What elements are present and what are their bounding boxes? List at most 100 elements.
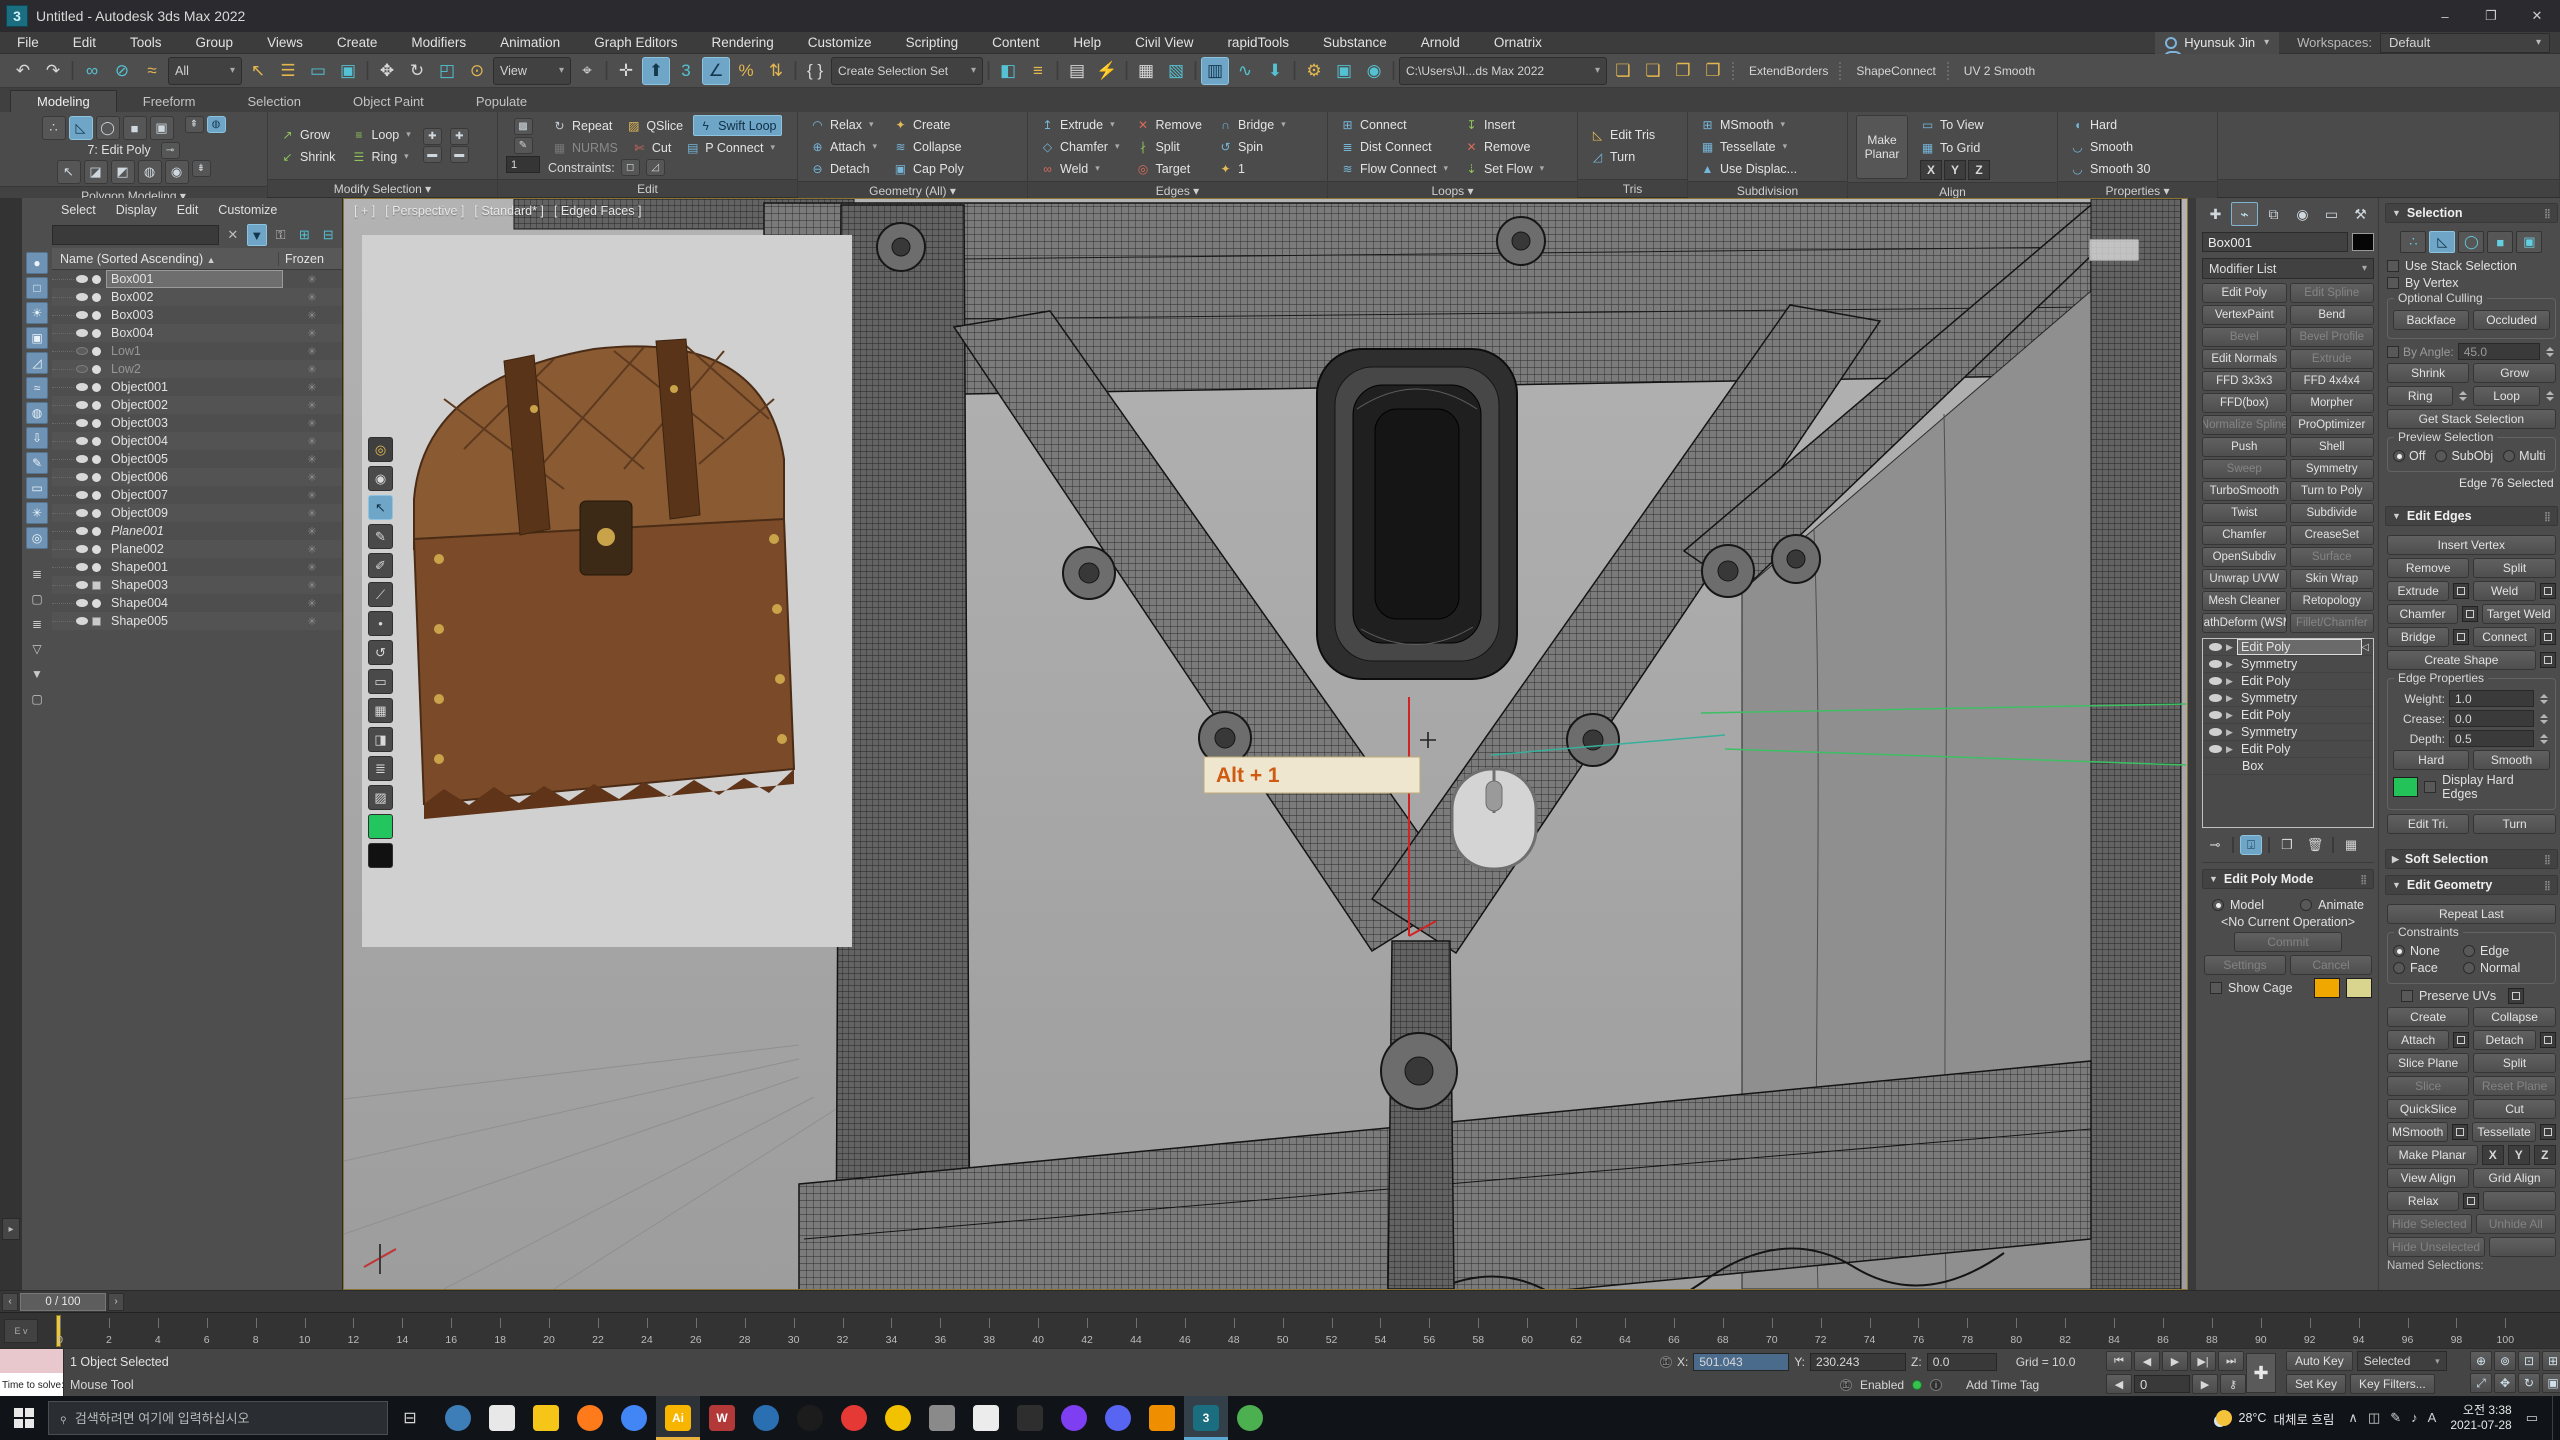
modifier-stack-row[interactable]: ▶ Edit Poly: [2203, 639, 2373, 656]
edit-value-field[interactable]: 1: [506, 156, 540, 173]
play-button[interactable]: ▶: [2162, 1351, 2188, 1371]
ribbon-button[interactable]: ≋Collapse: [889, 136, 968, 157]
open-folder-icon[interactable]: ❏: [1639, 57, 1667, 85]
visibility-eye-icon[interactable]: [76, 401, 88, 409]
show-desktop-strip[interactable]: [2552, 1396, 2560, 1440]
settings-box[interactable]: [2453, 629, 2469, 645]
expand-arrow-icon[interactable]: ▶: [2226, 710, 2238, 721]
key-filters-button[interactable]: Key Filters...: [2350, 1374, 2435, 1394]
cage-color-swatch[interactable]: [2314, 978, 2340, 998]
ribbon-button[interactable]: ◺Edit Tris: [1586, 124, 1659, 145]
menu-item[interactable]: File: [0, 32, 56, 54]
time-tag-lock-icon[interactable]: ⚿: [1840, 1379, 1852, 1391]
reference-coordinate-dropdown[interactable]: View: [493, 57, 571, 85]
edit-geometry-button[interactable]: Relax: [2387, 1191, 2459, 1211]
panel-splitter[interactable]: [2188, 198, 2196, 1290]
zoom-all-icon[interactable]: ⊚: [2494, 1351, 2516, 1371]
edit-edges-button[interactable]: Chamfer: [2387, 604, 2458, 624]
field-of-view-icon[interactable]: ⤢: [2470, 1373, 2492, 1393]
explorer-menu-item[interactable]: Display: [107, 203, 166, 217]
taskbar-search[interactable]: ⌕: [48, 1401, 388, 1435]
modifier-set-button[interactable]: Extrude: [2290, 349, 2375, 369]
spinner-snap-icon[interactable]: ⇅: [762, 57, 790, 85]
ribbon-button[interactable]: ◿Turn: [1586, 146, 1659, 167]
selection-set-dropdown[interactable]: Selected: [2357, 1351, 2447, 1371]
weight-field[interactable]: 1.0: [2449, 690, 2534, 707]
modifier-visibility-icon[interactable]: [2209, 745, 2222, 753]
maximize-viewport-icon[interactable]: ▣: [2542, 1373, 2560, 1393]
display-filter-icon[interactable]: [26, 552, 48, 560]
visibility-eye-icon[interactable]: [76, 329, 88, 337]
y-coordinate-field[interactable]: 230.243: [1810, 1353, 1906, 1371]
visibility-eye-icon[interactable]: [76, 383, 88, 391]
frozen-icon[interactable]: [282, 273, 342, 286]
angle-field[interactable]: 45.0: [2458, 343, 2540, 360]
expand-arrow-icon[interactable]: ▶: [2226, 727, 2238, 738]
edit-geometry-button[interactable]: Create: [2387, 1007, 2469, 1027]
export-icon[interactable]: ❐: [1699, 57, 1727, 85]
toolbar-icon[interactable]: [1732, 60, 1738, 82]
modifier-set-button[interactable]: Symmetry: [2290, 459, 2375, 479]
scene-object-row[interactable]: Object007: [52, 486, 342, 504]
modifier-set-button[interactable]: Edit Spline: [2290, 283, 2375, 303]
edit-edges-button[interactable]: Target Weld: [2482, 604, 2556, 624]
cage-selected-color-swatch[interactable]: [2346, 978, 2372, 998]
taskbar-app-icon[interactable]: [436, 1396, 480, 1440]
menu-item[interactable]: Scripting: [889, 32, 976, 54]
modifier-set-button[interactable]: Bend: [2290, 305, 2375, 325]
frozen-icon[interactable]: [282, 309, 342, 322]
ribbon-button[interactable]: ∤Split: [1131, 136, 1206, 157]
shrink-ring-icon[interactable]: ▬: [450, 146, 469, 163]
modifier-name[interactable]: Edit Poly: [2238, 640, 2361, 654]
modifier-set-button[interactable]: Turn to Poly: [2290, 481, 2375, 501]
create-tab[interactable]: ✚: [2202, 202, 2229, 226]
display-filter-icon[interactable]: ▢: [26, 688, 48, 710]
menu-item[interactable]: Rendering: [695, 32, 791, 54]
display-filter-icon[interactable]: ◿: [26, 352, 48, 374]
modifier-stack-row[interactable]: ▶ Edit Poly: [2203, 673, 2373, 690]
settings-box[interactable]: [2462, 606, 2478, 622]
frozen-icon[interactable]: [282, 525, 342, 538]
next-modifier-icon[interactable]: ⇟: [192, 160, 211, 177]
grid-tool-icon[interactable]: ▦: [368, 698, 393, 723]
save-scene-icon[interactable]: ❏: [1609, 57, 1637, 85]
user-account-menu[interactable]: Hyunsuk Jin ▾: [2155, 32, 2279, 54]
modifier-visibility-icon[interactable]: [2209, 677, 2222, 685]
model-radio[interactable]: [2212, 899, 2224, 911]
maximize-button[interactable]: ❐: [2468, 0, 2514, 32]
make-planar-button[interactable]: Make Planar: [2387, 1145, 2478, 1165]
settings-box[interactable]: [2540, 1032, 2556, 1048]
modifier-set-button[interactable]: Morpher: [2290, 393, 2375, 413]
display-filter-icon[interactable]: ≣: [26, 563, 48, 585]
angle-snap-icon[interactable]: ∠: [702, 57, 730, 85]
modifier-set-button[interactable]: Push: [2202, 437, 2287, 457]
start-button[interactable]: [0, 1396, 48, 1440]
menu-item[interactable]: Graph Editors: [577, 32, 694, 54]
tray-icon[interactable]: ∧: [2348, 1410, 2358, 1426]
toolbar-icon[interactable]: |: [792, 57, 799, 85]
settings-box[interactable]: [2540, 583, 2556, 599]
menu-item[interactable]: Edit: [56, 32, 113, 54]
soft-selection-icon[interactable]: ◉: [165, 160, 189, 184]
edit-geometry-button[interactable]: QuickSlice: [2387, 1099, 2469, 1119]
taskbar-search-input[interactable]: [75, 1411, 377, 1426]
modifier-name[interactable]: Edit Poly: [2238, 708, 2373, 722]
crease-field[interactable]: 0.0: [2449, 710, 2534, 727]
ribbon-button[interactable]: ↙Shrink: [276, 146, 339, 167]
ring-button[interactable]: Ring: [2387, 386, 2453, 406]
object-color-swatch[interactable]: [2352, 233, 2374, 251]
modifier-name[interactable]: Box: [2239, 759, 2373, 773]
info-icon[interactable]: i: [1930, 1379, 1942, 1391]
menu-item[interactable]: Views: [250, 32, 320, 54]
toolbar-icon[interactable]: |: [1390, 57, 1397, 85]
use-pivot-point-icon[interactable]: ⌖: [573, 57, 601, 85]
settings-box[interactable]: [2540, 1124, 2556, 1140]
display-filter-icon[interactable]: ▢: [26, 588, 48, 610]
object-name[interactable]: Object003: [107, 415, 282, 431]
redo-icon[interactable]: ↷: [39, 57, 67, 85]
previous-frame-button[interactable]: ◀: [2106, 1374, 2132, 1394]
bind-to-spacewarp-icon[interactable]: ≈: [138, 57, 166, 85]
zoom-extents-all-icon[interactable]: ⊞: [2542, 1351, 2560, 1371]
frozen-icon[interactable]: [282, 345, 342, 358]
listener-macro-line[interactable]: [0, 1349, 63, 1373]
